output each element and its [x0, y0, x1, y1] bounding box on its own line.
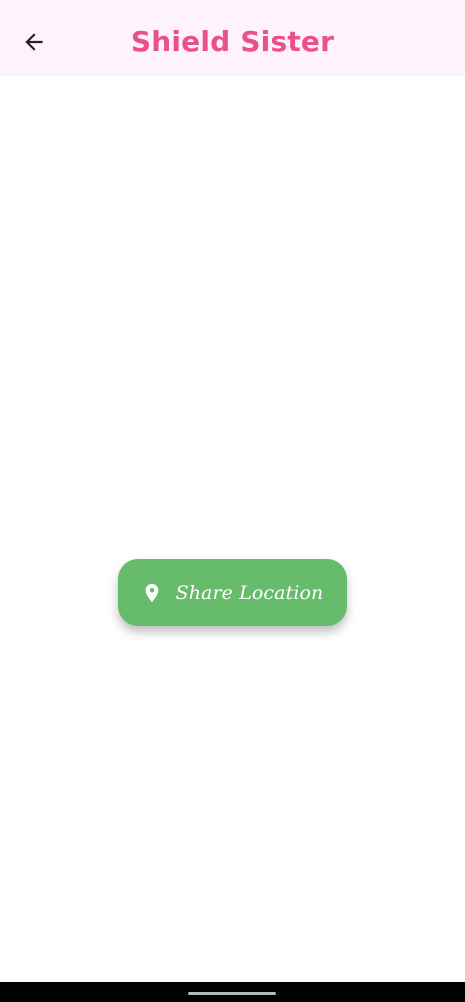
- location-pin-icon: [140, 578, 164, 608]
- share-location-label: Share Location: [175, 581, 324, 604]
- back-button[interactable]: [10, 18, 58, 66]
- app-screen: Shield Sister Share Location: [0, 0, 465, 1002]
- arrow-left-icon: [21, 29, 47, 55]
- page-title: Shield Sister: [130, 25, 335, 58]
- share-location-button[interactable]: Share Location: [118, 559, 347, 626]
- home-indicator[interactable]: [188, 992, 276, 995]
- system-navigation-bar: [0, 982, 465, 1002]
- app-bar: Shield Sister: [0, 0, 465, 76]
- main-content: Share Location: [0, 76, 465, 982]
